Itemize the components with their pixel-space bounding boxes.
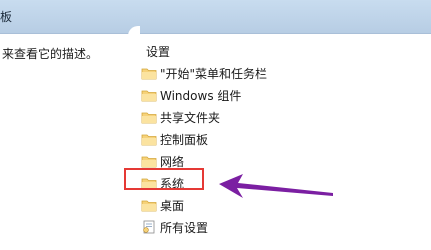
window-title: 板: [0, 10, 13, 24]
folder-icon: [141, 200, 157, 212]
settings-item-system[interactable]: 系统: [141, 172, 267, 194]
settings-item-all-settings[interactable]: 所有设置: [141, 216, 267, 238]
settings-item-label: 网络: [160, 154, 185, 169]
folder-icon: [141, 178, 157, 190]
folder-icon: [141, 68, 157, 80]
settings-page-icon: [143, 220, 155, 234]
settings-item-label: 控制面板: [160, 132, 209, 147]
settings-item-label: 所有设置: [160, 220, 209, 235]
description-pane: 来查看它的描述。: [0, 34, 134, 250]
settings-list: "开始"菜单和任务栏 Windows 组件 共享文件夹 控制面板 网络 系统 桌…: [141, 62, 267, 238]
folder-icon: [141, 134, 157, 146]
settings-header: 设置: [146, 45, 171, 59]
settings-item-desktop[interactable]: 桌面: [141, 194, 267, 216]
folder-icon: [141, 112, 157, 124]
settings-item-label: 系统: [160, 176, 185, 191]
settings-item-label: 桌面: [160, 198, 185, 213]
settings-item-label: 共享文件夹: [160, 110, 221, 125]
settings-item-label: Windows 组件: [160, 88, 242, 103]
settings-item-label: "开始"菜单和任务栏: [160, 66, 268, 81]
folder-icon: [141, 156, 157, 168]
settings-item-shared-folders[interactable]: 共享文件夹: [141, 106, 267, 128]
settings-item-start-menu[interactable]: "开始"菜单和任务栏: [141, 62, 267, 84]
window-title-bar: 板: [0, 0, 431, 34]
settings-item-windows-components[interactable]: Windows 组件: [141, 84, 267, 106]
settings-item-network[interactable]: 网络: [141, 150, 267, 172]
settings-item-control-panel[interactable]: 控制面板: [141, 128, 267, 150]
description-text: 来查看它的描述。: [2, 47, 99, 61]
folder-icon: [141, 90, 157, 102]
settings-pane: 设置 "开始"菜单和任务栏 Windows 组件 共享文件夹 控制面板 网络 系…: [134, 34, 431, 250]
